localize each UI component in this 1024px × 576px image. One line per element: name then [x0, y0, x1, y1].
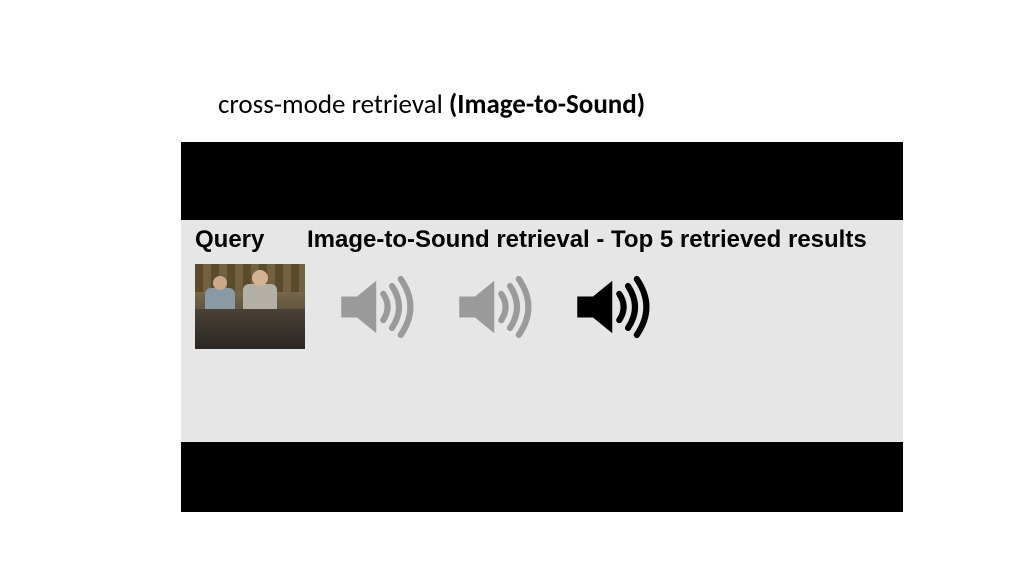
speaker-icon-1[interactable] [333, 272, 423, 342]
video-frame: QueryImage-to-Sound retrieval - Top 5 re… [181, 142, 903, 512]
title-bold: (Image-to-Sound) [449, 88, 645, 121]
title-plain: cross-mode retrieval [218, 88, 449, 121]
results-header: Image-to-Sound retrieval - Top 5 retriev… [307, 226, 867, 253]
speaker-icon-3[interactable] [569, 272, 659, 342]
slide-title: cross-mode retrieval (Image-to-Sound) [218, 88, 645, 121]
headers: QueryImage-to-Sound retrieval - Top 5 re… [195, 226, 895, 254]
content-band: QueryImage-to-Sound retrieval - Top 5 re… [181, 220, 903, 442]
result-row: Chart [195, 264, 659, 349]
thumb-label: Chart [197, 340, 214, 347]
query-header: Query [195, 226, 307, 254]
query-thumbnail: Chart [195, 264, 305, 349]
speaker-icon-2[interactable] [451, 272, 541, 342]
